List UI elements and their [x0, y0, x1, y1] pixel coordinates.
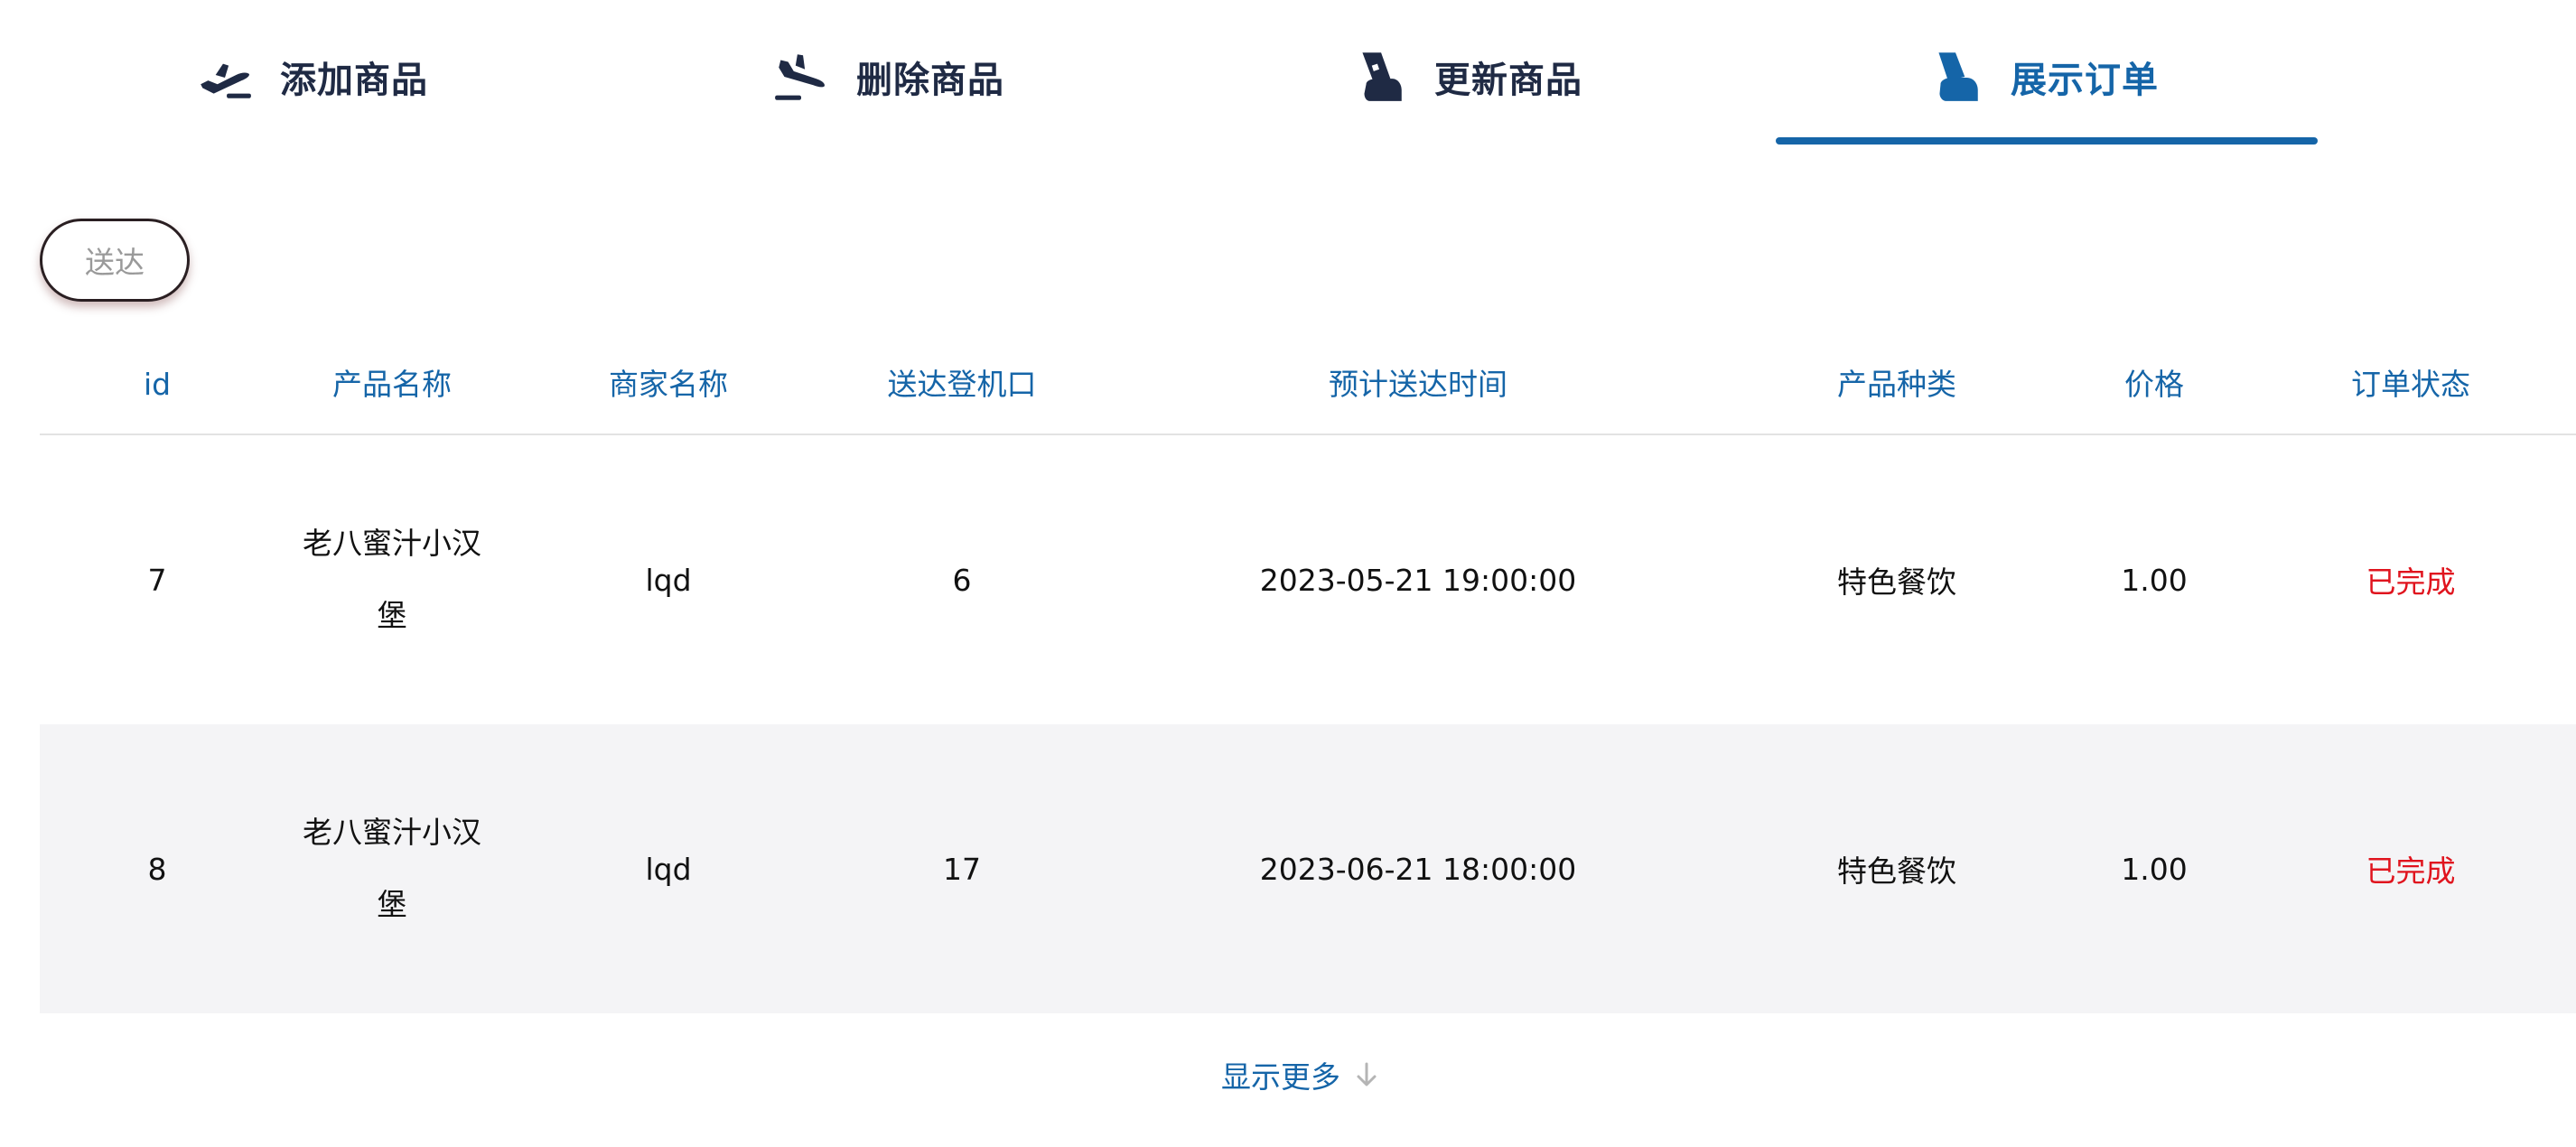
column-header-id[interactable]: id [144, 343, 171, 434]
deliver-button[interactable]: 送达 [40, 219, 190, 302]
status-badge: 已完成 [2366, 564, 2456, 600]
column-header-category[interactable]: 产品种类 [1837, 343, 1956, 434]
tab-update-product[interactable]: 更新商品 [1348, 36, 1582, 117]
table-row[interactable]: 7 老八蜜汁小汉堡 lqd 6 2023-05-21 19:00:00 特色餐饮… [40, 435, 2576, 724]
column-header-price[interactable]: 价格 [2124, 343, 2184, 434]
tab-label: 删除商品 [856, 60, 1004, 101]
cell-price: 1.00 [2121, 562, 2188, 598]
column-header-merchant-name[interactable]: 商家名称 [609, 343, 728, 434]
tab-label: 展示订单 [2011, 60, 2159, 101]
tab-label: 更新商品 [1434, 60, 1582, 101]
tab-add-product[interactable]: 添加商品 [193, 36, 428, 117]
column-header-eta[interactable]: 预计送达时间 [1329, 343, 1507, 434]
cell-product-name: 老八蜜汁小汉堡 [303, 526, 481, 633]
show-more-label: 显示更多 [1221, 1059, 1340, 1095]
tab-show-orders[interactable]: 展示订单 [1924, 36, 2159, 117]
cell-eta: 2023-05-21 19:00:00 [1259, 562, 1577, 598]
cell-gate: 6 [952, 562, 972, 598]
airplane-landing-icon [770, 45, 833, 108]
status-badge: 已完成 [2366, 853, 2456, 889]
column-header-status[interactable]: 订单状态 [2351, 343, 2470, 434]
table-header: id 产品名称 商家名称 送达登机口 预计送达时间 产品种类 价格 订单状态 [40, 343, 2576, 435]
cell-product-name: 老八蜜汁小汉堡 [303, 815, 481, 922]
cell-merchant-name: lqd [645, 562, 692, 598]
cell-merchant-name: lqd [645, 851, 692, 887]
cell-id: 8 [147, 851, 167, 887]
airplane-takeoff-icon [193, 45, 257, 108]
cell-gate: 17 [943, 851, 981, 887]
active-tab-indicator [1776, 137, 2318, 145]
tab-delete-product[interactable]: 删除商品 [770, 36, 1004, 117]
cell-price: 1.00 [2121, 851, 2188, 887]
arrow-down-icon [1355, 1061, 1378, 1088]
cell-category: 特色餐饮 [1837, 853, 1956, 889]
cell-category: 特色餐饮 [1837, 564, 1956, 600]
tab-bar: 添加商品 删除商品 更新商品 展示订单 [0, 0, 2576, 146]
table-row[interactable]: 8 老八蜜汁小汉堡 lqd 17 2023-06-21 18:00:00 特色餐… [40, 724, 2576, 1013]
tab-label: 添加商品 [280, 60, 428, 101]
column-header-gate[interactable]: 送达登机口 [888, 343, 1037, 434]
column-header-product-name[interactable]: 产品名称 [332, 343, 452, 434]
cell-id: 7 [147, 562, 167, 598]
show-more-link[interactable]: 显示更多 [1221, 1049, 1378, 1100]
orders-table: id 产品名称 商家名称 送达登机口 预计送达时间 产品种类 价格 订单状态 7… [40, 343, 2576, 1013]
boarding-pass-icon [1348, 45, 1411, 108]
boarding-pass-hand-icon [1924, 45, 1987, 108]
cell-eta: 2023-06-21 18:00:00 [1259, 851, 1577, 887]
